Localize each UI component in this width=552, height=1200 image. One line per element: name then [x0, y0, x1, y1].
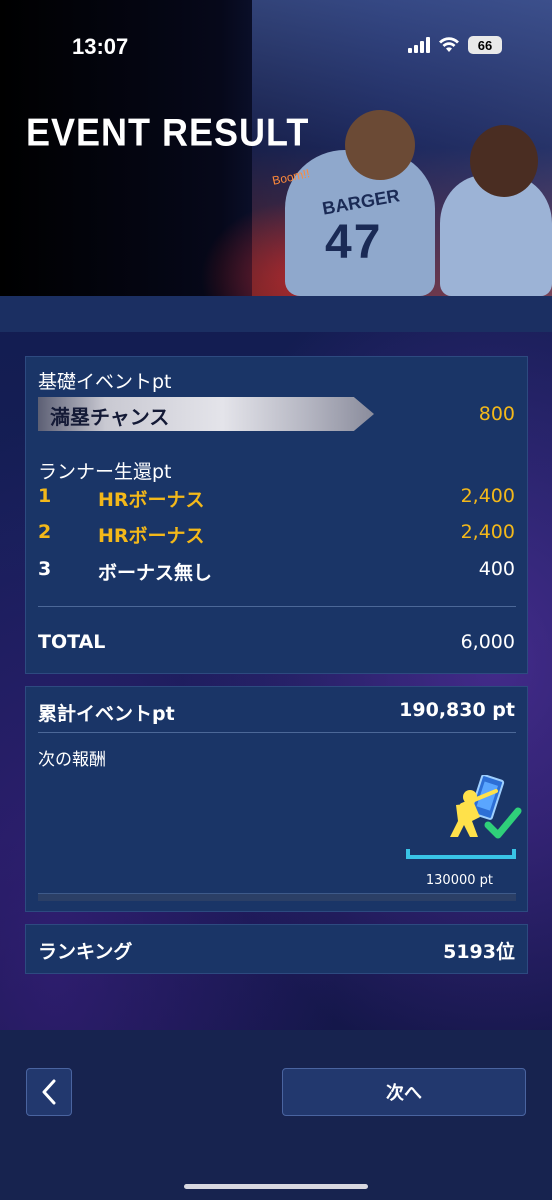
ranking-panel: ランキング 5193位: [25, 924, 528, 974]
reward-progress-bar: [38, 893, 516, 901]
page-title: EVENT RESULT: [26, 110, 310, 155]
base-event-label: 基礎イベントpt: [38, 371, 172, 393]
header-strip: [0, 296, 552, 332]
cumulative-label: 累計イベントpt: [38, 703, 175, 725]
cumulative-divider: [38, 732, 516, 733]
runner-row-value: 400: [478, 558, 515, 580]
bonus-value: 800: [478, 403, 515, 425]
runner-row-name: HRボーナス: [98, 489, 205, 511]
next-button[interactable]: 次へ: [282, 1068, 526, 1116]
next-reward-label: 次の報酬: [38, 750, 106, 770]
home-indicator: [184, 1184, 368, 1189]
cumulative-panel: 累計イベントpt 190,830 pt 次の報酬 130000 pt: [25, 686, 528, 912]
signal-icon: [408, 37, 430, 53]
runner-label: ランナー生還pt: [38, 461, 172, 483]
wifi-icon: [438, 37, 460, 53]
runner-row-value: 2,400: [460, 521, 515, 543]
batter-card-check-icon: [450, 775, 522, 839]
reward-target: 130000 pt: [425, 873, 493, 888]
chevron-left-icon: [42, 1079, 56, 1105]
back-button[interactable]: [26, 1068, 72, 1116]
battery-indicator: 66: [468, 36, 502, 54]
runner-row-num: 1: [38, 485, 52, 507]
player-head-left: [345, 110, 415, 180]
total-divider: [38, 606, 516, 607]
bonus-name: 満塁チャンス: [50, 405, 170, 429]
ranking-label: ランキング: [38, 941, 133, 963]
status-icons: 66: [408, 36, 502, 54]
runner-row-num: 3: [38, 558, 52, 580]
jersey-number: 47: [325, 216, 383, 269]
runner-row-num: 2: [38, 521, 52, 543]
reward-progress-fill: [38, 894, 516, 901]
reward-marker: [406, 849, 516, 859]
ranking-value: 5193位: [443, 941, 515, 963]
cumulative-value: 190,830 pt: [399, 699, 515, 721]
total-value: 6,000: [460, 631, 515, 653]
runner-row-name: ボーナス無し: [98, 562, 213, 584]
base-event-panel: 基礎イベントpt 満塁チャンス 800 ランナー生還pt 1 HRボーナス 2,…: [25, 356, 528, 674]
runner-row-value: 2,400: [460, 485, 515, 507]
status-time: 13:07: [72, 34, 129, 59]
runner-row-name: HRボーナス: [98, 525, 205, 547]
total-label: TOTAL: [38, 631, 106, 653]
player-head-right: [470, 125, 538, 197]
